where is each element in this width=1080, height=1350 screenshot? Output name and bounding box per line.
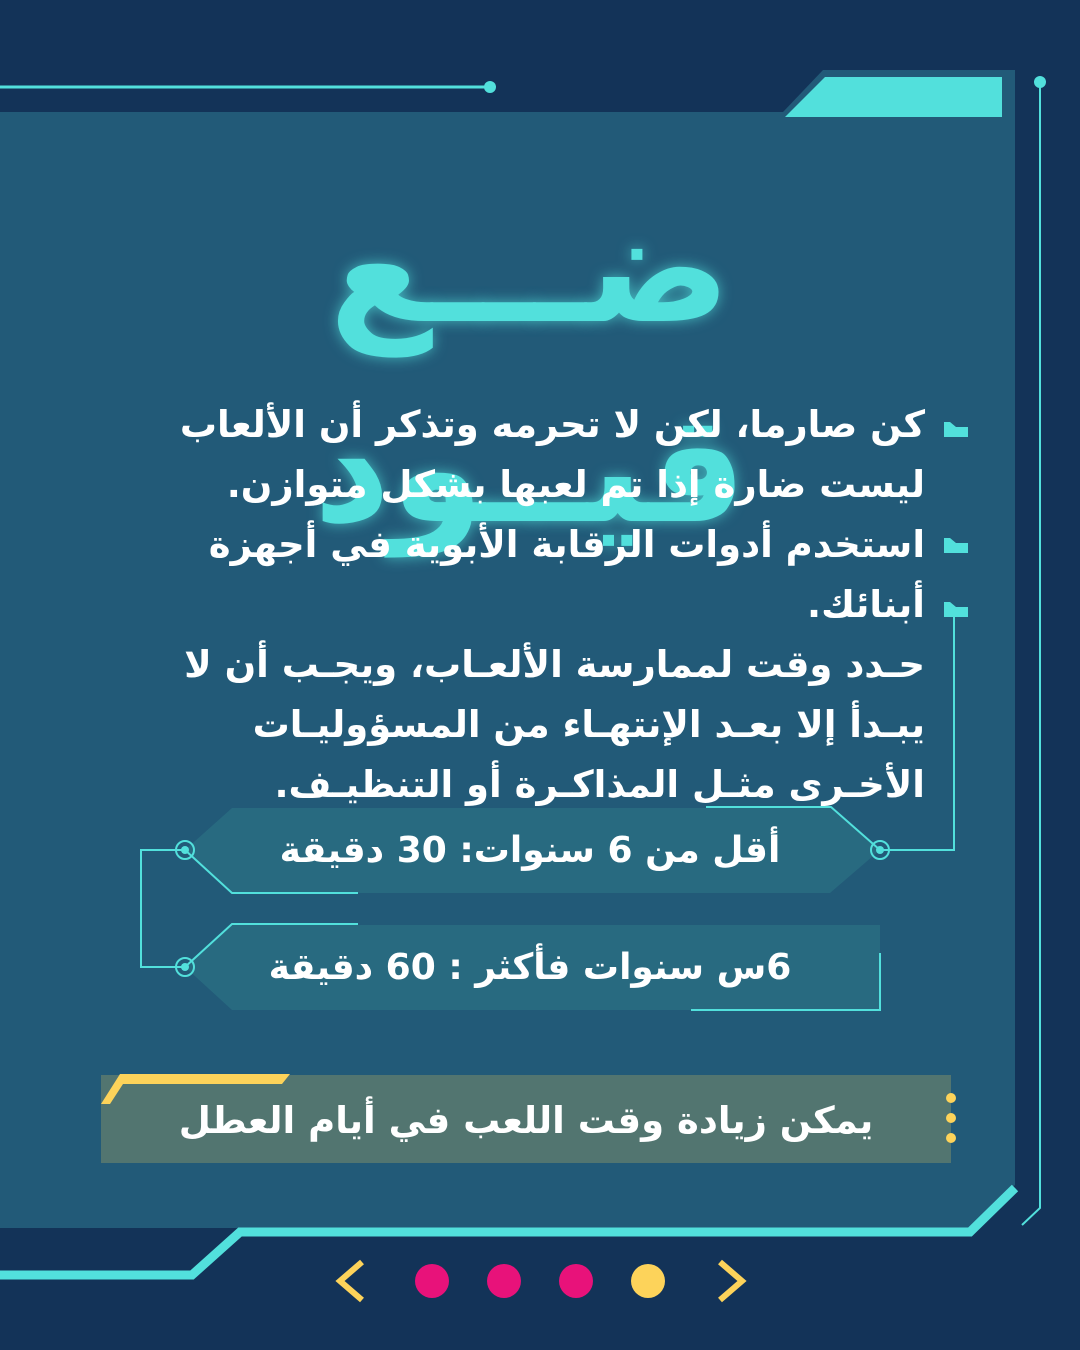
page-dot-1[interactable] (415, 1264, 449, 1298)
chevron-left-icon[interactable] (335, 1259, 364, 1303)
page-dot-2[interactable] (487, 1264, 521, 1298)
bullet-item: كن صارما، لكن لا تحرمه وتذكر أن الألعاب … (179, 403, 925, 506)
pagination (335, 1259, 747, 1303)
chevron-right-icon[interactable] (718, 1259, 747, 1303)
page-dot-4-active[interactable] (631, 1264, 665, 1298)
page-dot-3[interactable] (559, 1264, 593, 1298)
holiday-note: يمكن زيادة وقت اللعب في أيام العطل (178, 1099, 874, 1142)
bullet-list: كن صارما، لكن لا تحرمه وتذكر أن الألعاب … (120, 395, 925, 815)
bullet-item: استخدم أدوات الرقابة الأبوية في أجهزة أب… (208, 523, 925, 626)
age-limit-6-plus: 6س سنوات فأكثر : 60 دقيقة (268, 947, 792, 988)
bullet-item: حـدد وقت لممارسة الألعـاب، ويجـب أن لا ي… (184, 643, 925, 806)
age-limit-under-6: أقل من 6 سنوات: 30 دقيقة (279, 830, 781, 871)
